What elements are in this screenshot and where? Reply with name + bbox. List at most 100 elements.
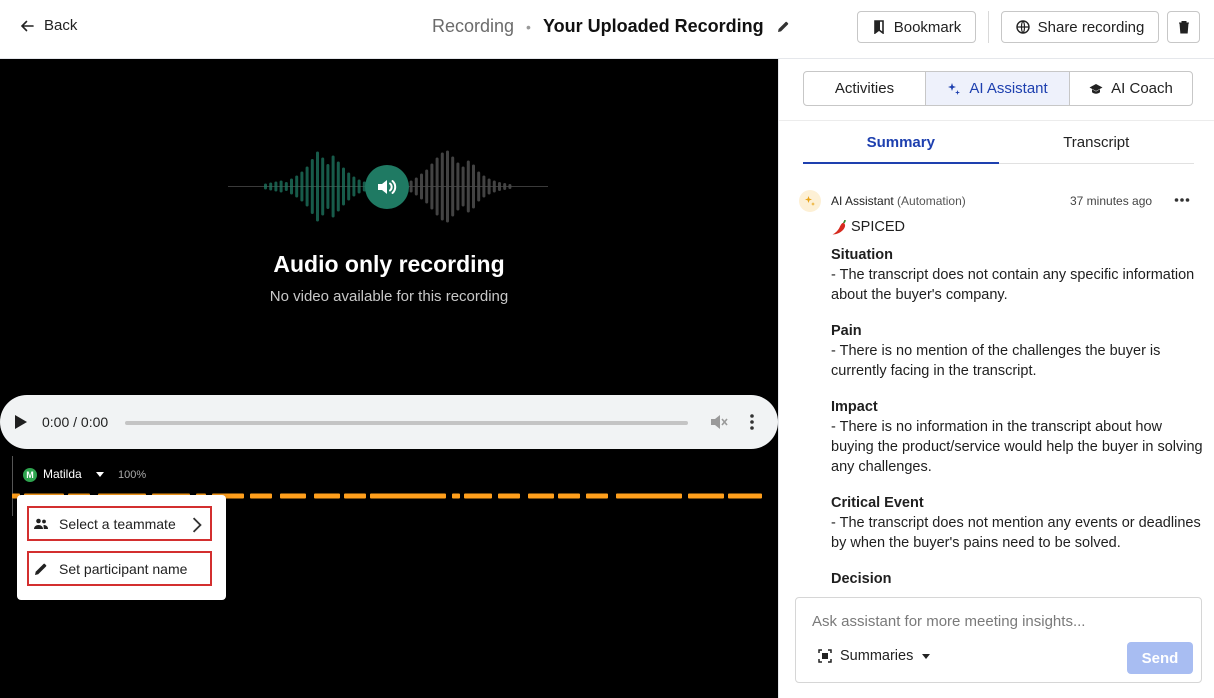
section-body: - The transcript does not contain any sp… bbox=[831, 267, 1195, 303]
send-button[interactable]: Send bbox=[1127, 642, 1193, 674]
summary-heading: SPICED bbox=[831, 217, 1206, 237]
recording-stage: Audio only recording No video available … bbox=[0, 59, 778, 698]
waveform-bar bbox=[336, 161, 340, 212]
set-participant-name-item[interactable]: Set participant name bbox=[27, 551, 212, 586]
delete-button[interactable] bbox=[1167, 11, 1200, 43]
tab-ai-assistant[interactable]: AI Assistant bbox=[926, 72, 1070, 105]
speaker-name[interactable]: Matilda bbox=[43, 467, 82, 481]
waveform-bar bbox=[472, 164, 475, 209]
frame-select-icon bbox=[818, 649, 832, 663]
section-title: Critical Event bbox=[831, 495, 924, 511]
seek-bar[interactable] bbox=[125, 421, 688, 425]
arrow-left-icon bbox=[20, 20, 34, 31]
breadcrumb-separator: • bbox=[526, 18, 531, 35]
player-time: 0:00 / 0:00 bbox=[42, 414, 109, 430]
talk-segment[interactable] bbox=[280, 493, 306, 499]
caret-down-icon bbox=[922, 654, 931, 659]
section-title: Decision bbox=[831, 571, 892, 585]
section-title: Situation bbox=[831, 247, 894, 263]
back-button[interactable]: Back bbox=[20, 17, 77, 34]
tab-transcript[interactable]: Transcript bbox=[999, 121, 1195, 163]
message-timestamp: 37 minutes ago bbox=[1070, 194, 1153, 208]
waveform-bar bbox=[451, 156, 455, 217]
people-icon bbox=[34, 518, 48, 529]
message-author-role: (Automation) bbox=[897, 194, 966, 208]
page-title-group: Recording • Your Uploaded Recording bbox=[432, 16, 790, 37]
message-more-icon[interactable] bbox=[1174, 197, 1190, 203]
talk-segment[interactable] bbox=[616, 493, 682, 499]
assistant-question-input[interactable] bbox=[812, 611, 1182, 631]
talk-segment[interactable] bbox=[688, 493, 724, 499]
summary-heading-text: SPICED bbox=[851, 219, 905, 235]
waveform-bar bbox=[440, 152, 444, 221]
select-teammate-item[interactable]: Select a teammate bbox=[27, 506, 212, 541]
waveform-bar bbox=[284, 182, 288, 191]
talk-segment[interactable] bbox=[498, 493, 520, 499]
waveform-bar bbox=[503, 183, 507, 190]
bookmark-icon bbox=[873, 20, 884, 34]
tab-ai-coach[interactable]: AI Coach bbox=[1070, 72, 1192, 105]
speaker-talk-percent: 100% bbox=[118, 469, 147, 481]
waveform-bar bbox=[290, 178, 293, 195]
trash-icon bbox=[1178, 21, 1189, 34]
waveform-bar bbox=[342, 167, 345, 206]
section-title: Pain bbox=[831, 323, 862, 339]
talk-segment[interactable] bbox=[314, 493, 340, 499]
waveform-bar bbox=[347, 172, 351, 201]
talk-segment[interactable] bbox=[728, 493, 762, 499]
section-situation: Situation - The transcript does not cont… bbox=[831, 245, 1206, 305]
right-panel: Activities AI Assistant AI Coach Summary… bbox=[778, 59, 1214, 698]
audio-only-title: Audio only recording bbox=[273, 251, 505, 277]
panel-segmented-control: Activities AI Assistant AI Coach bbox=[803, 71, 1193, 106]
pencil-icon bbox=[35, 563, 47, 575]
waveform-bar bbox=[430, 163, 434, 210]
sparkle-icon bbox=[948, 82, 961, 95]
graduation-cap-icon bbox=[1089, 83, 1103, 94]
breadcrumb[interactable]: Recording bbox=[432, 16, 514, 37]
waveform-bar bbox=[279, 180, 283, 193]
waveform-bar bbox=[461, 166, 465, 207]
waveform-bar bbox=[269, 182, 273, 191]
talk-segment[interactable] bbox=[528, 493, 554, 499]
tab-activities[interactable]: Activities bbox=[804, 72, 926, 105]
speaker-dropdown-icon[interactable] bbox=[95, 469, 105, 479]
volume-icon[interactable] bbox=[709, 413, 729, 431]
tab-activities-label: Activities bbox=[834, 80, 895, 97]
section-decision: Decision bbox=[831, 569, 1206, 585]
player-more-icon[interactable] bbox=[746, 413, 758, 431]
toolbar-divider bbox=[988, 11, 989, 43]
waveform-bar bbox=[305, 166, 309, 207]
waveform-bar bbox=[274, 181, 278, 192]
tab-summary[interactable]: Summary bbox=[803, 121, 999, 164]
bookmark-button[interactable]: Bookmark bbox=[857, 11, 976, 43]
summary-content: SPICED Situation - The transcript does n… bbox=[831, 217, 1206, 585]
waveform-bar bbox=[446, 150, 449, 223]
waveform-bar bbox=[435, 157, 439, 216]
talk-segment[interactable] bbox=[586, 493, 608, 499]
summary-transcript-tabs: Summary Transcript bbox=[803, 121, 1194, 164]
waveform-bar bbox=[414, 177, 418, 196]
volume-toggle-button[interactable] bbox=[365, 165, 409, 209]
chili-pepper-icon bbox=[832, 219, 846, 235]
speaker-avatar: M bbox=[23, 468, 37, 482]
waveform-bar bbox=[425, 169, 429, 204]
summaries-dropdown[interactable]: Summaries bbox=[818, 648, 931, 664]
audio-only-subtitle: No video available for this recording bbox=[269, 288, 509, 305]
page-title: Your Uploaded Recording bbox=[542, 16, 764, 36]
share-recording-button[interactable]: Share recording bbox=[1001, 11, 1159, 43]
waveform-bar bbox=[295, 175, 299, 198]
tab-ai-coach-label: AI Coach bbox=[1111, 80, 1173, 97]
talk-segment[interactable] bbox=[344, 493, 366, 499]
waveform-bar bbox=[492, 180, 496, 193]
talk-segment[interactable] bbox=[250, 493, 272, 499]
play-icon[interactable] bbox=[14, 414, 28, 430]
waveform-bar bbox=[456, 162, 460, 211]
edit-title-icon[interactable] bbox=[776, 20, 790, 34]
talk-segment[interactable] bbox=[388, 493, 446, 499]
set-participant-name-label: Set participant name bbox=[59, 560, 188, 577]
waveform-bar bbox=[331, 155, 335, 218]
talk-segment[interactable] bbox=[464, 493, 492, 499]
talk-segment[interactable] bbox=[452, 493, 460, 499]
talk-segment[interactable] bbox=[558, 493, 580, 499]
waveform-bar bbox=[352, 176, 356, 197]
